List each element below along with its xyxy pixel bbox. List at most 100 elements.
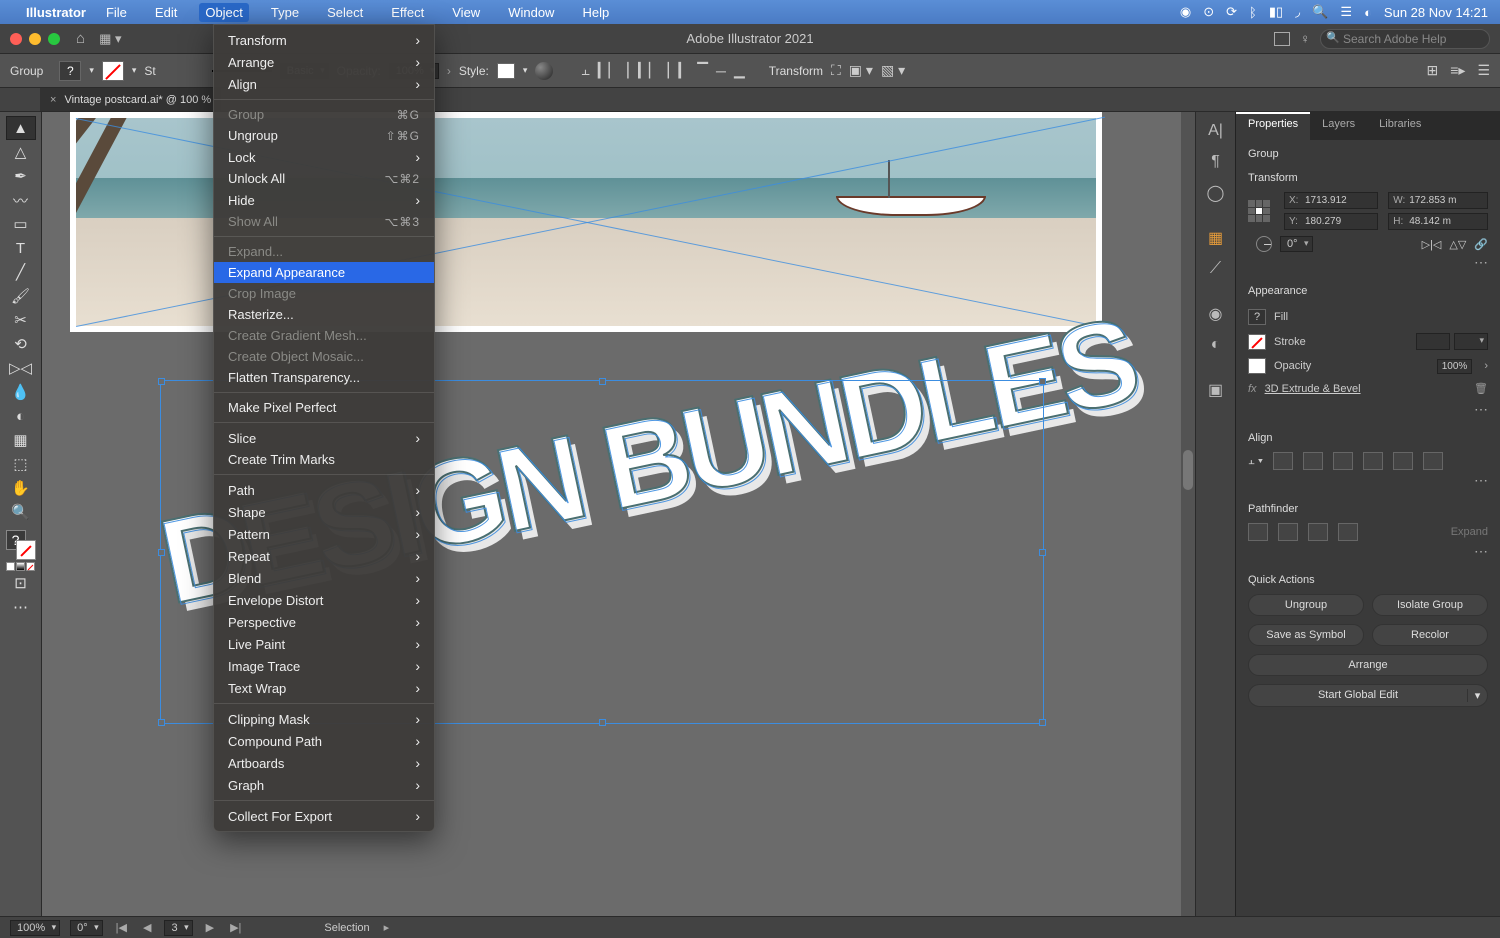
align-vcenter-icon[interactable]: [1393, 452, 1413, 470]
battery-icon[interactable]: ▮▯: [1269, 4, 1283, 20]
menu-item[interactable]: Arrange: [214, 51, 434, 73]
menu-item[interactable]: Graph: [214, 774, 434, 796]
type-tool[interactable]: T: [6, 236, 36, 260]
control-center-icon[interactable]: ☰: [1340, 4, 1352, 20]
mac-app-name[interactable]: Illustrator: [26, 5, 86, 20]
rotate-tool[interactable]: ⟲: [6, 332, 36, 356]
menu-item[interactable]: Ungroup⇧⌘G: [214, 125, 434, 146]
menu-item[interactable]: Compound Path: [214, 730, 434, 752]
artboard-tool[interactable]: ⬚: [6, 452, 36, 476]
color-mode-row[interactable]: [6, 562, 35, 571]
align-to-icon[interactable]: ⫠: [581, 62, 589, 79]
pathfinder-minus-icon[interactable]: [1278, 523, 1298, 541]
gradient-tool[interactable]: ▦: [6, 428, 36, 452]
transform-w-input[interactable]: W:172.853 m: [1388, 192, 1488, 209]
mac-menu-object[interactable]: Object: [199, 3, 249, 22]
mac-menu-view[interactable]: View: [446, 3, 486, 22]
wifi-icon[interactable]: ◞: [1295, 4, 1300, 20]
menu-item[interactable]: Text Wrap: [214, 677, 434, 699]
next-artboard-icon[interactable]: ▶: [203, 921, 217, 934]
align-top-icon[interactable]: [1363, 452, 1383, 470]
zoom-tool[interactable]: 🔍: [6, 500, 36, 524]
artboard-number-combo[interactable]: 3: [164, 920, 192, 936]
align-to-selector[interactable]: ⫠ ▾: [1248, 455, 1263, 468]
swatches-panel-icon[interactable]: ▦: [1201, 225, 1231, 250]
constrain-ratio-icon[interactable]: 🔗: [1474, 238, 1488, 251]
mac-menu-window[interactable]: Window: [502, 3, 560, 22]
menu-item[interactable]: Blend: [214, 567, 434, 589]
menu-item[interactable]: Perspective: [214, 611, 434, 633]
selection-handle-sw[interactable]: [158, 719, 165, 726]
flip-v-icon[interactable]: △▽: [1449, 238, 1466, 251]
selection-handle-nw[interactable]: [158, 378, 165, 385]
grid-icon[interactable]: ⊞: [1427, 62, 1439, 79]
help-search-input[interactable]: Search Adobe Help: [1320, 29, 1490, 49]
align-more-icon[interactable]: ⋯: [1248, 472, 1488, 489]
prev-artboard-icon[interactable]: ◀: [140, 921, 154, 934]
eyedropper-tool[interactable]: 💧: [6, 380, 36, 404]
menu-item[interactable]: Rasterize...: [214, 304, 434, 325]
opacity-input-panel[interactable]: 100%: [1437, 359, 1473, 374]
pathfinder-more-icon[interactable]: ⋯: [1248, 543, 1488, 560]
appearance-panel-icon[interactable]: ◉: [1201, 301, 1231, 326]
global-edit-dropdown-icon[interactable]: ▾: [1467, 689, 1487, 702]
mac-menu-type[interactable]: Type: [265, 3, 305, 22]
brushes-panel-icon[interactable]: ⟋: [1201, 256, 1231, 281]
reference-point-grid[interactable]: [1248, 200, 1270, 222]
menu-item[interactable]: Expand Appearance: [214, 262, 434, 283]
bluetooth-icon[interactable]: ᛒ: [1249, 5, 1257, 20]
save-as-symbol-button[interactable]: Save as Symbol: [1248, 624, 1364, 646]
crop-mode-icon[interactable]: ▧ ▾: [881, 62, 905, 79]
halign-left-icon[interactable]: ▎▏: [598, 62, 620, 79]
menu-item[interactable]: Transform: [214, 29, 434, 51]
menu-icon[interactable]: ☰: [1477, 62, 1490, 79]
align-bottom-icon[interactable]: [1423, 452, 1443, 470]
zoom-combo[interactable]: 100%: [10, 920, 60, 936]
selection-handle-ne[interactable]: [1039, 378, 1046, 385]
menu-item[interactable]: Shape: [214, 501, 434, 523]
pen-tool[interactable]: ✒: [6, 164, 36, 188]
selection-handle-s[interactable]: [599, 719, 606, 726]
halign-center-icon[interactable]: ▏▎▏: [627, 62, 659, 79]
selection-handle-w[interactable]: [158, 549, 165, 556]
menu-item[interactable]: Flatten Transparency...: [214, 367, 434, 388]
menu-item[interactable]: Create Trim Marks: [214, 449, 434, 470]
arrange-button[interactable]: Arrange: [1248, 654, 1488, 676]
layers-panel-icon[interactable]: ▣: [1201, 377, 1231, 402]
spotlight-icon[interactable]: 🔍: [1312, 4, 1328, 20]
share-icon[interactable]: [1274, 32, 1290, 46]
stroke-profile-combo[interactable]: [1454, 333, 1488, 350]
curvature-tool[interactable]: 〰: [6, 188, 36, 212]
valign-middle-icon[interactable]: ─: [716, 63, 726, 79]
menu-item[interactable]: Align: [214, 73, 434, 95]
stroke-swatch-panel[interactable]: [1248, 334, 1266, 350]
appearance-more-icon[interactable]: ⋯: [1248, 401, 1488, 418]
menu-item[interactable]: Pattern: [214, 523, 434, 545]
rotate-input[interactable]: 0°: [1280, 236, 1313, 252]
rectangle-tool[interactable]: ▭: [6, 212, 36, 236]
valign-bottom-icon[interactable]: ▁: [734, 62, 745, 79]
media-icon[interactable]: ⊙: [1203, 4, 1214, 20]
workspace-switcher[interactable]: ▦ ▾: [99, 31, 121, 47]
window-minimize-icon[interactable]: [29, 33, 41, 45]
hand-tool[interactable]: ✋: [6, 476, 36, 500]
recolor-button[interactable]: Recolor: [1372, 624, 1488, 646]
first-artboard-icon[interactable]: |◀: [113, 921, 130, 934]
menu-item[interactable]: Image Trace: [214, 655, 434, 677]
status-info-icon[interactable]: ▸: [384, 921, 390, 934]
mac-menu-select[interactable]: Select: [321, 3, 369, 22]
gradient-panel-icon[interactable]: ◐: [1201, 332, 1231, 357]
home-icon[interactable]: ⌂: [76, 30, 85, 47]
isolate-icon[interactable]: ⛶: [831, 62, 841, 79]
character-panel-icon[interactable]: A|: [1201, 118, 1231, 143]
selection-handle-e[interactable]: [1039, 549, 1046, 556]
opacity-swatch-panel[interactable]: [1248, 358, 1266, 374]
paintbrush-tool[interactable]: 🖌: [6, 284, 36, 308]
scissors-tool[interactable]: ✂: [6, 308, 36, 332]
menu-item[interactable]: Clipping Mask: [214, 708, 434, 730]
mac-menu-edit[interactable]: Edit: [149, 3, 183, 22]
transform-x-input[interactable]: X:1713.912: [1284, 192, 1378, 209]
stroke-weight-input[interactable]: [1416, 333, 1450, 350]
window-zoom-icon[interactable]: [48, 33, 60, 45]
stroke-swatch[interactable]: [102, 61, 124, 81]
